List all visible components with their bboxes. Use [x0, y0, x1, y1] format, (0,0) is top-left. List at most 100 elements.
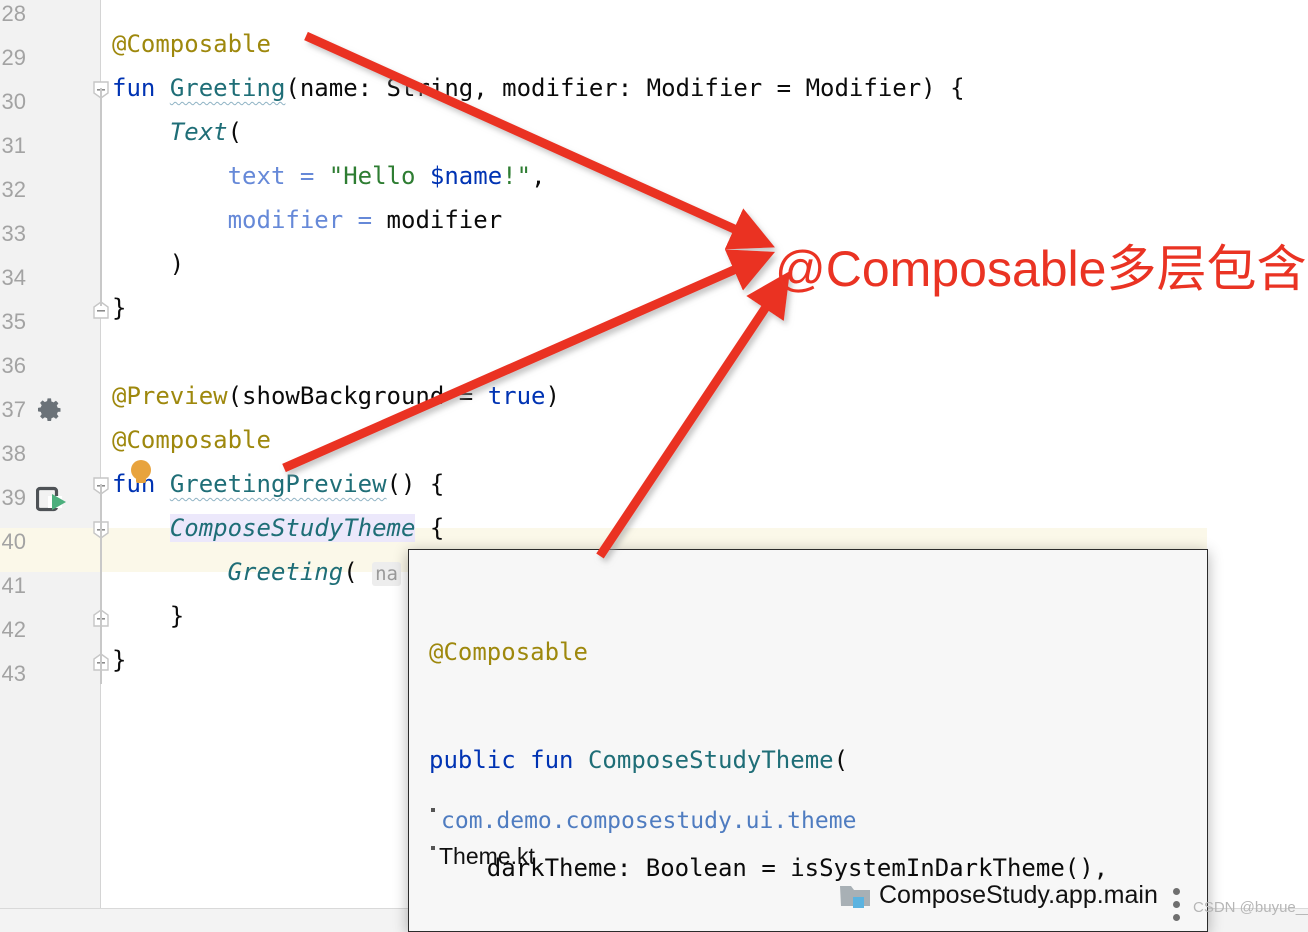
- gutter-line-39[interactable]: 39: [0, 476, 109, 520]
- token-string-template: $name: [429, 162, 503, 190]
- gutter-line-31[interactable]: 31: [0, 124, 100, 168]
- line-number: 33: [1, 221, 26, 246]
- token-keyword-fun: fun: [112, 74, 156, 102]
- gutter-line-35[interactable]: 35: [0, 300, 109, 344]
- run-preview-icon[interactable]: [36, 486, 70, 512]
- code-line-43: }: [112, 638, 126, 682]
- tooltip-token-name: ComposeStudyTheme: [587, 746, 834, 774]
- code-line-30: fun Greeting(name: String, modifier: Mod…: [112, 66, 965, 110]
- line-number: 41: [1, 573, 26, 598]
- token-greetingpreview-rest: () {: [386, 470, 445, 498]
- line-number: 40: [1, 529, 26, 554]
- tooltip-token-annotation: @Composable: [429, 638, 588, 666]
- documentation-tooltip[interactable]: @Composable public fun ComposeStudyTheme…: [408, 549, 1208, 932]
- line-number: 38: [1, 441, 26, 466]
- intention-bulb-icon[interactable]: [130, 460, 152, 484]
- token-named-arg-text: text: [227, 162, 286, 190]
- token-call-paren: (: [343, 558, 358, 586]
- tooltip-token-open-paren: (: [833, 746, 849, 774]
- code-line-39: fun GreetingPreview() {: [112, 462, 444, 506]
- gutter-line-32[interactable]: 32: [0, 168, 100, 212]
- csdn-watermark: CSDN @buyue__: [1193, 899, 1308, 916]
- line-number: 31: [1, 133, 26, 158]
- tooltip-param-0-suffix: ,: [1093, 854, 1109, 882]
- token-preview-args: (showBackground =: [227, 382, 488, 410]
- line-number: 29: [1, 45, 26, 70]
- line-number: 37: [1, 397, 26, 422]
- more-vertical-icon[interactable]: [1173, 888, 1181, 922]
- token-equals: =: [285, 162, 329, 190]
- token-comma: ,: [531, 162, 546, 190]
- token-string-start: "Hello: [328, 162, 430, 190]
- code-line-38: @Composable: [112, 418, 271, 462]
- line-number: 30: [1, 89, 26, 114]
- tooltip-sig-decl-line: public fun ComposeStudyTheme(: [429, 742, 1207, 778]
- tooltip-bullet-2: [431, 846, 435, 850]
- line-number: 35: [1, 309, 26, 334]
- line-number: 28: [1, 1, 26, 26]
- code-line-33: modifier = modifier: [112, 198, 503, 242]
- tooltip-file-name: Theme.kt: [439, 843, 535, 869]
- gutter-line-42[interactable]: 42: [0, 608, 109, 652]
- gutter-line-34[interactable]: 34: [0, 256, 100, 300]
- token-close-brace-theme: }: [169, 602, 185, 630]
- token-open-paren: (: [227, 118, 243, 146]
- inlay-hint-parameter-name: na: [372, 562, 401, 586]
- gutter-line-37[interactable]: 37: [0, 388, 100, 432]
- code-line-40: ComposeStudyTheme {: [112, 506, 444, 550]
- token-close-brace-greeting: }: [112, 294, 127, 322]
- gutter-line-33[interactable]: 33: [0, 212, 100, 256]
- gutter-line-38[interactable]: 38: [0, 432, 100, 476]
- token-string-end: !": [502, 162, 532, 190]
- token-close-paren: ): [169, 250, 185, 278]
- token-open-brace: {: [415, 514, 445, 542]
- gear-icon[interactable]: [36, 396, 64, 424]
- token-function-greeting: Greeting: [169, 74, 286, 102]
- tooltip-signature: @Composable public fun ComposeStudyTheme…: [429, 562, 1207, 931]
- line-number: 36: [1, 353, 26, 378]
- code-line-37: @Preview(showBackground = true): [112, 374, 560, 418]
- code-line-29: @Composable: [112, 22, 271, 66]
- code-line-34: ): [112, 242, 184, 286]
- gutter-line-41[interactable]: 41: [0, 564, 100, 608]
- gutter-line-36[interactable]: 36: [0, 344, 100, 388]
- token-value-modifier: modifier: [386, 206, 503, 234]
- code-line-31: Text(: [112, 110, 242, 154]
- tooltip-token-fun: fun: [530, 746, 574, 774]
- token-boolean-true: true: [487, 382, 546, 410]
- code-line-42: }: [112, 594, 184, 638]
- line-number: 43: [1, 661, 26, 686]
- annotation-label: @Composable多层包含: [775, 241, 1307, 297]
- tooltip-package-link[interactable]: com.demo.composestudy.ui.theme: [441, 808, 856, 834]
- token-type-composestudytheme[interactable]: ComposeStudyTheme: [169, 514, 416, 542]
- code-line-32: text = "Hello $name!",: [112, 154, 546, 198]
- folder-module-icon: [840, 886, 870, 908]
- tooltip-sig-annotation-line: @Composable: [429, 634, 1207, 670]
- line-number: 34: [1, 265, 26, 290]
- line-number: 42: [1, 617, 26, 642]
- token-signature-rest: (name: String, modifier: Modifier = Modi…: [285, 74, 965, 102]
- gutter-line-28[interactable]: 28: [0, 0, 100, 36]
- gutter-line-30[interactable]: 30: [0, 80, 109, 124]
- screenshot-root: 28 29 30 31 32 33 34 35 36 37 38 39 40 41 42 43 @Compos…: [0, 0, 1308, 932]
- gutter-line-29[interactable]: 29: [0, 36, 100, 80]
- token-preview-close: ): [545, 382, 560, 410]
- token-function-text: Text: [169, 118, 228, 146]
- token-call-greeting: Greeting: [227, 558, 344, 586]
- tooltip-bullet-1: [431, 808, 435, 812]
- token-annotation-preview: @Preview: [112, 382, 228, 410]
- line-number: 32: [1, 177, 26, 202]
- line-number: 39: [1, 485, 26, 510]
- gutter-line-40[interactable]: 40: [0, 520, 109, 564]
- code-line-41: Greeting( na: [112, 550, 401, 594]
- tooltip-param-0-value: isSystemInDarkTheme(): [790, 854, 1094, 882]
- token-close-brace-preview: }: [112, 646, 127, 674]
- tooltip-token-public: public: [429, 746, 516, 774]
- code-line-35: }: [112, 286, 126, 330]
- token-equals-2: =: [343, 206, 387, 234]
- token-function-greetingpreview: GreetingPreview: [169, 470, 387, 498]
- tooltip-module-name: ComposeStudy.app.main: [879, 881, 1158, 909]
- token-annotation-composable-2: @Composable: [112, 426, 271, 454]
- token-named-arg-modifier: modifier: [227, 206, 344, 234]
- gutter-line-43[interactable]: 43: [0, 652, 109, 696]
